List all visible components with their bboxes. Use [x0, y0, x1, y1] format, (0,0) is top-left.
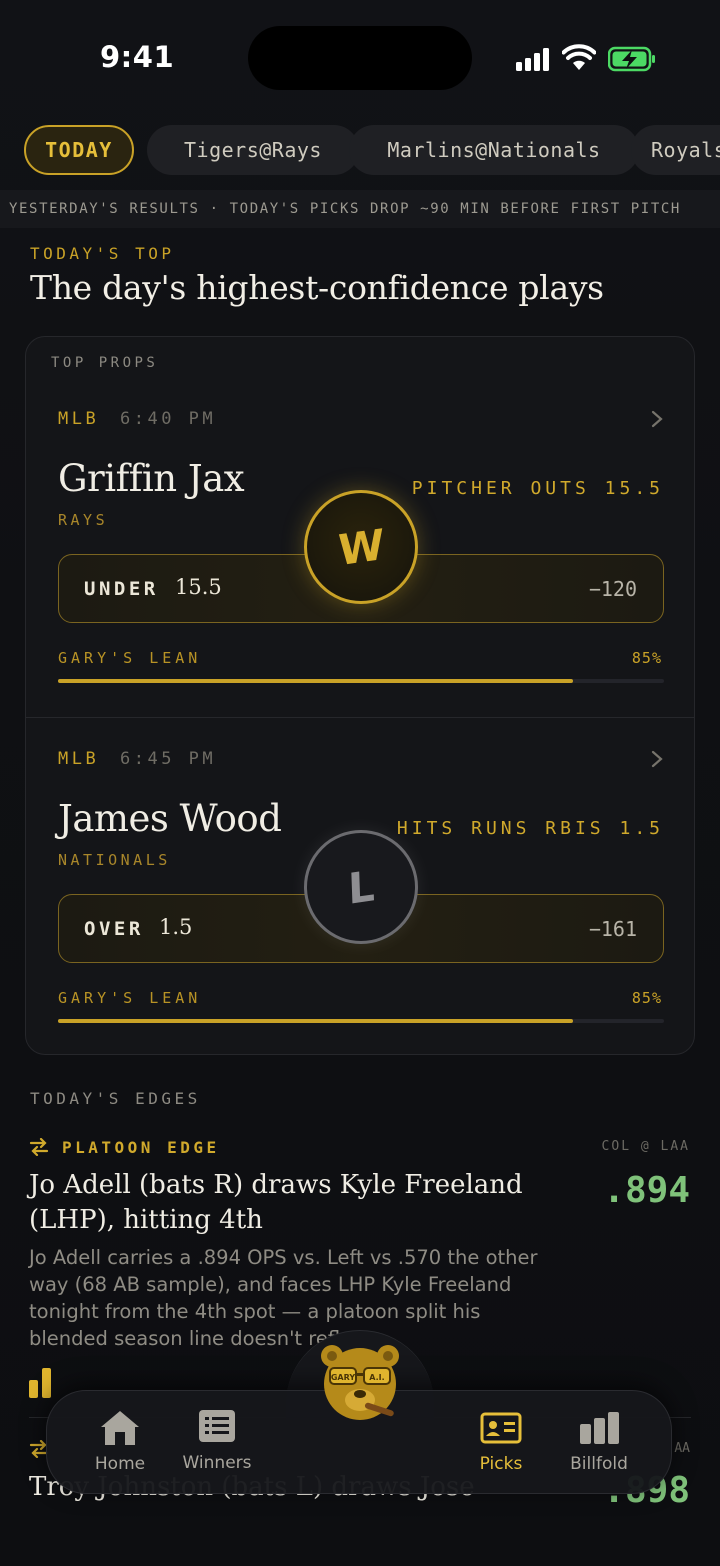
svg-text:A.I.: A.I.	[369, 1373, 384, 1382]
prop-market: HITS RUNS RBIS 1.5	[396, 818, 664, 839]
edge-headline[interactable]: Jo Adell (bats R) draws Kyle Freeland (L…	[29, 1168, 549, 1238]
loss-badge: L	[304, 830, 418, 944]
bar-chart-icon	[580, 1412, 619, 1444]
chevron-right-icon[interactable]	[650, 409, 664, 429]
prop-card-1[interactable]: MLB 6:40 PM Griffin Jax RAYS PITCHER OUT…	[26, 337, 694, 683]
tab-tigers-rays[interactable]: Tigers@Rays	[147, 125, 359, 175]
edge-tag: PLATOON EDGE	[62, 1138, 220, 1157]
player-name: Griffin Jax	[58, 457, 245, 500]
nav-label: Home	[94, 1454, 146, 1474]
nav-home[interactable]: Home	[65, 1408, 175, 1480]
status-time: 9:41	[100, 40, 175, 74]
prop-time: 6:40 PM	[120, 409, 217, 429]
home-icon	[101, 1411, 139, 1445]
team-name: RAYS	[58, 511, 109, 529]
pick-side: OVER	[84, 918, 144, 940]
win-badge: W	[304, 490, 418, 604]
lean-label: GARY'S LEAN	[58, 989, 202, 1007]
pick-line: 15.5	[175, 575, 222, 599]
top-props-card: TOP PROPS MLB 6:40 PM Griffin Jax RAYS P…	[25, 336, 695, 1055]
prop-league: MLB	[58, 409, 100, 429]
edge-value: .894	[603, 1170, 690, 1211]
edge-matchup: AA	[674, 1441, 690, 1456]
cellular-signal-icon	[516, 47, 552, 71]
lean-bar-fill	[58, 1019, 574, 1023]
prop-card-2[interactable]: MLB 6:45 PM James Wood NATIONALS HITS RU…	[26, 677, 694, 1023]
nav-winners[interactable]: Winners	[162, 1407, 272, 1479]
tab-marlins-nationals[interactable]: Marlins@Nationals	[349, 125, 639, 175]
stats-bars-icon[interactable]	[29, 1366, 53, 1398]
picks-screen: 9:41 TODAY Tigers@Rays Marlins@Nationals…	[0, 0, 720, 1566]
nav-picks[interactable]: Picks	[446, 1408, 556, 1480]
edge-body: Jo Adell carries a .894 OPS vs. Left vs …	[29, 1246, 538, 1350]
edges-kicker: TODAY'S EDGES	[30, 1089, 201, 1108]
nav-label: Picks	[479, 1454, 523, 1474]
edge-matchup: COL @ LAA	[601, 1139, 690, 1154]
tab-today[interactable]: TODAY	[24, 125, 134, 175]
wifi-icon	[562, 44, 596, 70]
prop-time: 6:45 PM	[120, 749, 217, 769]
section-title: The day's highest-confidence plays	[30, 268, 604, 307]
list-icon	[199, 1410, 235, 1442]
chevron-right-icon[interactable]	[650, 749, 664, 769]
game-tabs: TODAY Tigers@Rays Marlins@Nationals Roya…	[24, 125, 720, 175]
battery-charging-icon	[608, 46, 655, 72]
tab-royals[interactable]: Royals	[631, 125, 720, 175]
gary-bear-mascot-icon[interactable]: GARY A.I.	[316, 1336, 404, 1428]
nav-billfold[interactable]: Billfold	[544, 1408, 654, 1480]
nav-label: Winners	[182, 1453, 252, 1473]
player-name: James Wood	[58, 797, 282, 840]
id-card-icon	[480, 1412, 522, 1444]
top-kicker: TODAY'S TOP	[30, 244, 175, 263]
prop-market: PITCHER OUTS 15.5	[411, 478, 664, 499]
prop-league: MLB	[58, 749, 100, 769]
team-name: NATIONALS	[58, 851, 171, 869]
lean-label: GARY'S LEAN	[58, 649, 202, 667]
pick-line: 1.5	[159, 915, 193, 939]
lean-percent: 85%	[631, 649, 662, 667]
nav-label: Billfold	[570, 1454, 628, 1474]
pick-odds: −120	[588, 577, 637, 601]
pick-odds: −161	[588, 917, 637, 941]
svg-text:GARY: GARY	[331, 1373, 355, 1382]
lean-percent: 85%	[631, 989, 662, 1007]
results-ticker: YESTERDAY'S RESULTS · TODAY'S PICKS DROP…	[0, 190, 720, 228]
lean-bar	[58, 1019, 664, 1023]
swap-arrows-icon	[29, 1138, 49, 1156]
pick-side: UNDER	[84, 578, 159, 600]
dynamic-island	[248, 26, 472, 90]
